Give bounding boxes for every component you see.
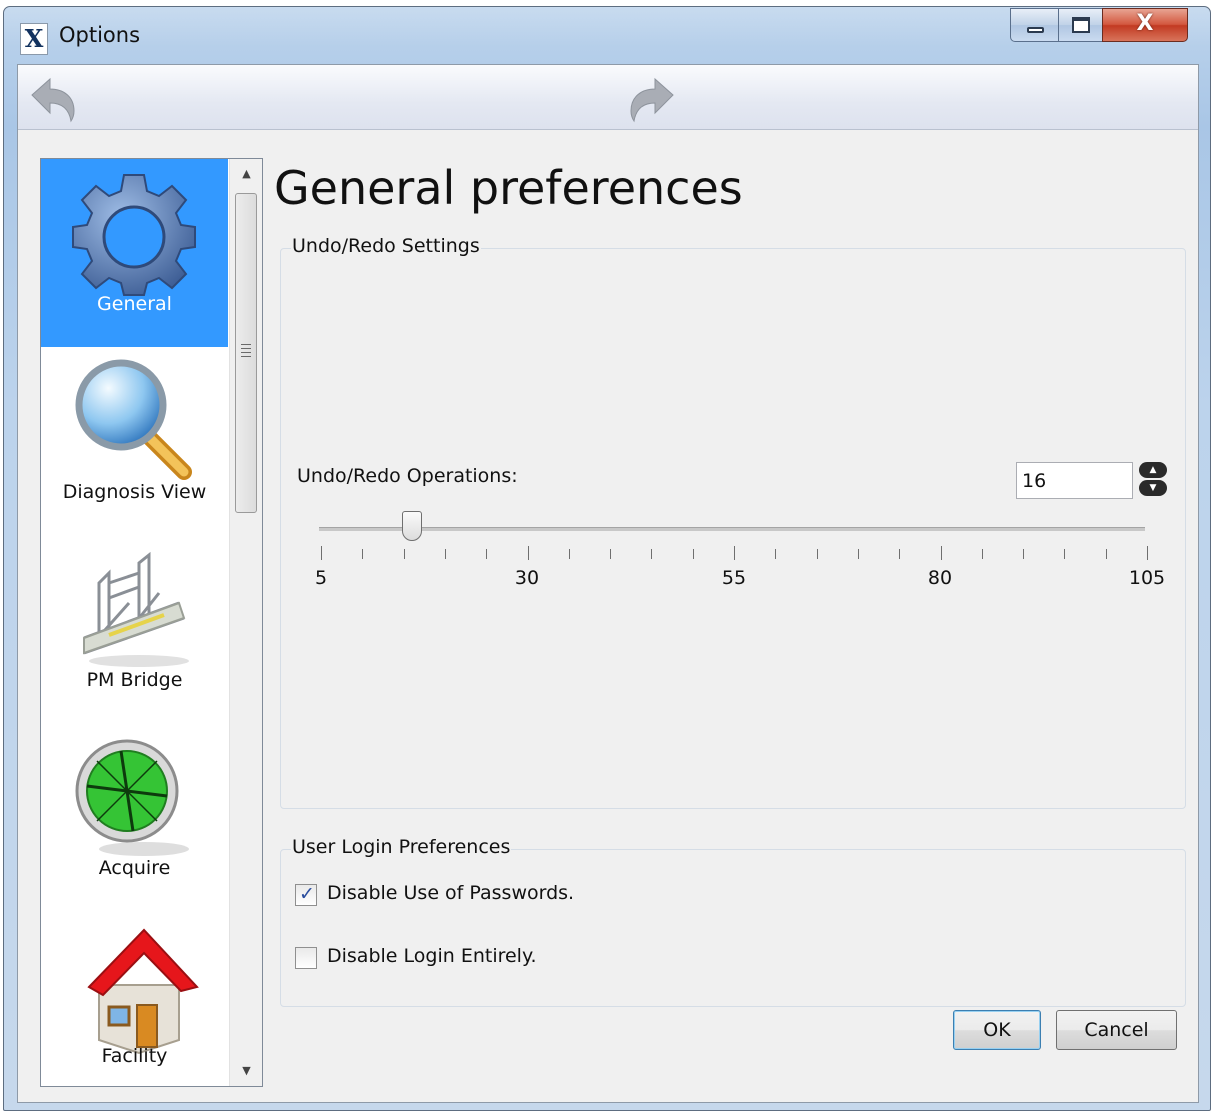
tick-label: 105 <box>1128 567 1166 589</box>
back-arrow-icon[interactable] <box>28 75 80 123</box>
user-login-group: User Login Preferences ✓ Disable Use of … <box>280 836 1186 1007</box>
category-list[interactable]: General Diagnosis View PM Bridge Acquire… <box>40 158 263 1087</box>
gear-icon <box>72 174 196 296</box>
sidebar-item-general[interactable]: General <box>41 159 228 347</box>
group-legend: Undo/Redo Settings <box>291 235 481 257</box>
slider-tick <box>816 549 818 559</box>
undo-redo-group: Undo/Redo Settings Undo/Redo Operations:… <box>280 235 1186 809</box>
disable-passwords-label[interactable]: Disable Use of Passwords. <box>327 882 574 904</box>
slider-tick <box>486 549 488 559</box>
forward-arrow-icon[interactable] <box>625 75 677 123</box>
slider-tick <box>857 549 859 559</box>
slider-tick <box>362 549 364 559</box>
house-icon <box>87 928 199 1055</box>
tick-label: 55 <box>721 567 747 589</box>
sidebar-item-diagnosis-view[interactable]: Diagnosis View <box>41 347 228 535</box>
window-title: Options <box>59 23 141 47</box>
sidebar-item-facility[interactable]: Facility <box>41 911 228 1086</box>
scroll-up-button[interactable]: ▲ <box>230 159 262 189</box>
page-title: General preferences <box>274 161 743 215</box>
disable-passwords-checkbox[interactable]: ✓ <box>295 883 317 906</box>
undo-ops-spinner[interactable]: ▲ ▼ <box>1139 462 1167 496</box>
slider-tick <box>1064 549 1066 559</box>
cancel-button[interactable]: Cancel <box>1056 1010 1177 1050</box>
disable-login-label[interactable]: Disable Login Entirely. <box>327 945 537 967</box>
spin-down-icon[interactable]: ▼ <box>1139 480 1167 496</box>
slider-tick <box>321 546 322 560</box>
undo-ops-slider-track[interactable] <box>319 527 1145 531</box>
slider-tick <box>692 549 694 559</box>
grip-icon <box>241 344 251 358</box>
sidebar-item-label: General <box>97 293 172 315</box>
sidebar-item-acquire[interactable]: Acquire <box>41 723 228 911</box>
vertical-scrollbar[interactable]: ▲ ▼ <box>229 159 262 1086</box>
undo-ops-label: Undo/Redo Operations: <box>297 465 518 487</box>
tick-label: 80 <box>927 567 953 589</box>
close-icon: X <box>1136 11 1154 36</box>
slider-tick <box>981 549 983 559</box>
client-area: General Diagnosis View PM Bridge Acquire… <box>17 64 1199 1103</box>
slider-tick <box>775 549 777 559</box>
disable-login-checkbox[interactable] <box>295 947 317 969</box>
maximize-button[interactable] <box>1058 8 1103 42</box>
spin-up-icon[interactable]: ▲ <box>1139 462 1167 478</box>
options-window: X Options X General Diagnosis View PM Br… <box>3 6 1211 1111</box>
sidebar-item-label: Diagnosis View <box>62 481 207 503</box>
magnifier-icon <box>75 359 192 480</box>
slider-tick <box>1105 549 1107 559</box>
minimize-icon <box>1027 27 1044 33</box>
group-legend: User Login Preferences <box>291 836 512 858</box>
target-icon <box>75 739 189 856</box>
navigation-toolbar <box>18 65 1198 130</box>
minimize-button[interactable] <box>1010 8 1059 42</box>
ok-button[interactable]: OK <box>953 1010 1041 1050</box>
undo-ops-slider-thumb[interactable] <box>401 511 422 541</box>
tick-label: 5 <box>314 567 328 589</box>
slider-tick <box>527 546 529 560</box>
title-bar[interactable]: X Options X <box>4 7 1210 65</box>
undo-ops-input[interactable] <box>1016 462 1133 499</box>
sidebar-item-label: Acquire <box>98 857 171 879</box>
slider-tick <box>444 549 446 559</box>
slider-tick <box>1147 546 1148 560</box>
slider-tick <box>610 549 612 559</box>
slider-tick <box>1023 549 1025 559</box>
scroll-down-button[interactable]: ▼ <box>230 1056 262 1086</box>
scroll-thumb[interactable] <box>235 193 257 513</box>
checkmark-icon: ✓ <box>299 883 315 905</box>
sidebar-item-label: Facility <box>101 1045 168 1067</box>
app-icon: X <box>20 23 48 55</box>
slider-tick <box>403 549 405 559</box>
bridge-icon <box>83 551 189 667</box>
slider-tick <box>940 546 942 560</box>
slider-tick <box>568 549 570 559</box>
maximize-icon <box>1072 17 1090 33</box>
slider-tick <box>899 549 901 559</box>
slider-tick <box>651 549 653 559</box>
close-button[interactable]: X <box>1102 8 1188 42</box>
sidebar-item-pm-bridge[interactable]: PM Bridge <box>41 535 228 723</box>
tick-label: 30 <box>514 567 540 589</box>
slider-tick <box>734 546 735 560</box>
sidebar-item-label: PM Bridge <box>86 669 183 691</box>
